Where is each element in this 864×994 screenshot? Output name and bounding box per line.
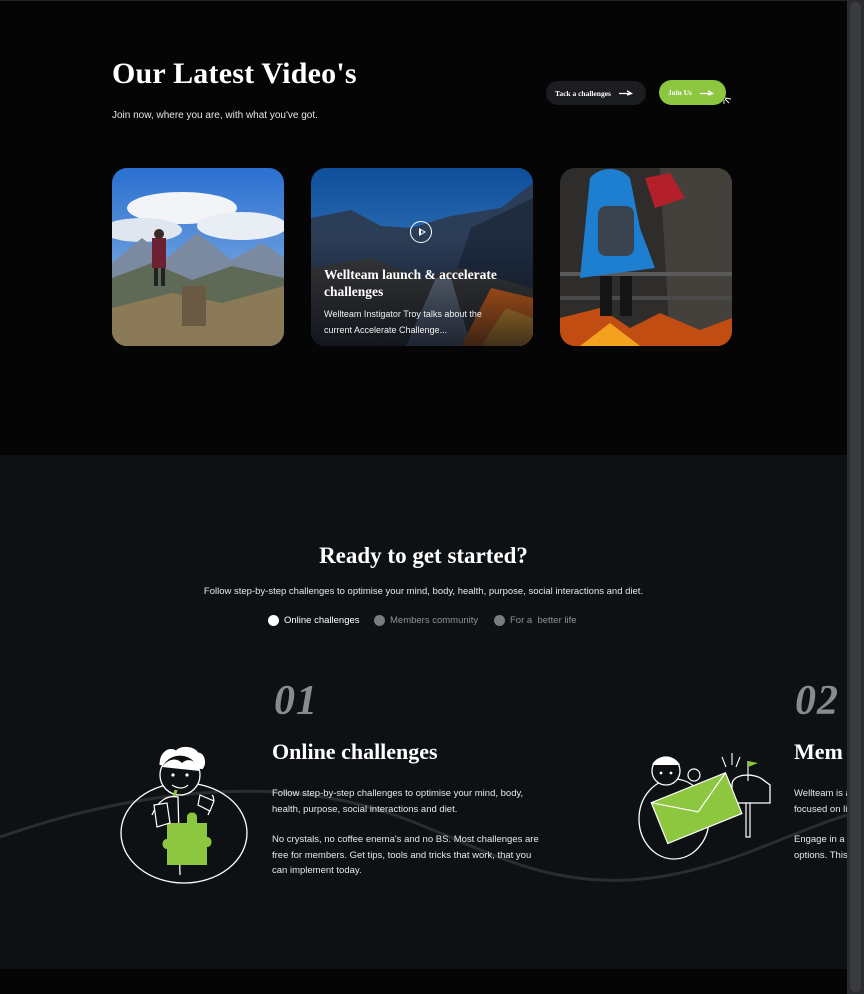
slide-title: Online challenges xyxy=(272,739,438,764)
tab-label: Members community xyxy=(390,615,479,626)
slide-title: Mem xyxy=(794,739,843,764)
slide-details: Engage in a c options. This xyxy=(794,834,847,861)
video-thumbnail-image xyxy=(112,168,284,346)
person-puzzle-illustration xyxy=(120,746,248,884)
slide-description: Wellteam is a focused on li xyxy=(794,788,847,815)
videos-title: Our Latest Video's xyxy=(112,57,357,90)
take-challenge-label: Tack a challenges xyxy=(555,88,611,98)
take-challenge-button[interactable]: Tack a challenges xyxy=(546,81,646,105)
latest-videos-section: Our Latest Video's Join now, where you a… xyxy=(0,0,847,455)
get-started-title: Ready to get started? xyxy=(319,543,528,568)
slide-description: Follow step-by-step challenges to optimi… xyxy=(272,788,524,815)
slide-number: 02 xyxy=(795,678,839,724)
video-card-featured[interactable]: Wellteam launch & accelerate challenges … xyxy=(311,168,533,346)
play-icon[interactable] xyxy=(410,221,432,243)
person-envelope-illustration xyxy=(638,753,771,860)
tab-label: Online challenges xyxy=(284,615,360,626)
video-card-description: Wellteam Instigator Troy talks about the… xyxy=(324,309,482,335)
tab-indicator-icon xyxy=(268,615,279,626)
tab-indicator-icon xyxy=(494,615,505,626)
get-started-section: Ready to get started? Follow step-by-ste… xyxy=(0,455,847,969)
video-card-title: Wellteam launch & accelerate challenges xyxy=(324,267,497,299)
tab-online-challenges[interactable]: Online challenges xyxy=(268,615,360,626)
tab-better-life[interactable]: For a better life xyxy=(494,615,577,626)
footer-edge xyxy=(0,969,847,994)
videos-subtitle: Join now, where you are, with what you'v… xyxy=(112,110,318,121)
video-thumbnail-image xyxy=(560,168,732,346)
sparkle-icon xyxy=(723,97,732,104)
tab-indicator-icon xyxy=(374,615,385,626)
video-card-hiker-mountain[interactable] xyxy=(112,168,284,346)
join-us-button[interactable]: Join Us xyxy=(659,80,726,105)
video-card-hiker-rain[interactable] xyxy=(560,168,732,346)
tab-members-community[interactable]: Members community xyxy=(374,615,478,626)
get-started-subtitle: Follow step-by-step challenges to optimi… xyxy=(203,586,644,597)
tab-label: For a better life xyxy=(510,615,577,626)
slide-details: No crystals, no coffee enema's and no BS… xyxy=(272,834,539,876)
arrow-right-icon xyxy=(618,90,633,96)
scrollbar-thumb[interactable] xyxy=(850,2,861,992)
join-us-label: Join Us xyxy=(668,88,692,97)
slide-number: 01 xyxy=(274,678,318,724)
arrow-right-icon xyxy=(699,89,714,96)
